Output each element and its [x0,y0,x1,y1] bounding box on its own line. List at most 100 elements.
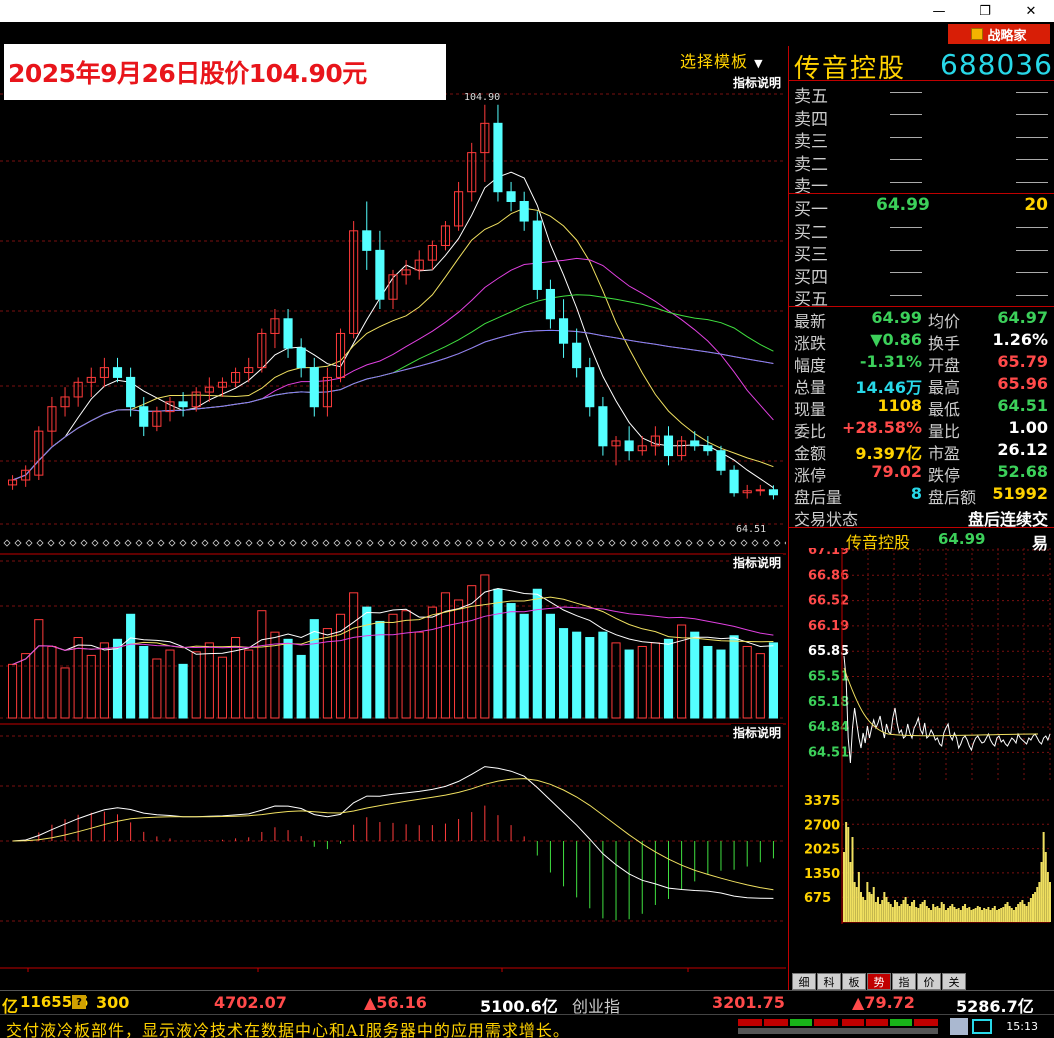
intraday-volume-tick: 1350 [804,867,840,882]
diamond-marker [784,541,786,545]
stat-v1: 14.46万 [855,378,922,397]
kline-chart-area[interactable]: 104.9064.5108091011 [0,46,786,972]
tab-3[interactable]: 势 [867,973,891,990]
diamond-marker [740,539,748,547]
high-price-label: 104.90 [464,92,500,103]
close-button[interactable]: ✕ [1008,0,1054,22]
candle-body [309,367,319,408]
volume-bar [637,645,647,719]
orderbook-price [876,150,922,170]
indicator-help-main[interactable]: 指标说明 [730,74,783,90]
candle-body [126,376,136,408]
volume-bar [572,631,582,719]
orderbook-label: 卖五 [794,87,828,107]
volume-bar [401,610,411,719]
user-icon[interactable] [950,1018,968,1035]
orderbook-row[interactable]: 卖二 [794,150,1050,175]
stat-v2: 52.68 [997,462,1048,481]
candle-body [624,440,634,452]
orderbook-volume [988,218,1048,238]
candle-body [283,318,293,349]
diamond-marker [80,539,88,547]
stat-v2: 64.97 [997,308,1048,327]
volume-bar [257,610,267,719]
stat-l2: 量比 [928,422,961,441]
clock: 15:13 [1006,1020,1038,1033]
indicator-help-macd[interactable]: 指标说明 [730,724,783,740]
candle-body [375,249,385,300]
diamond-marker [597,539,605,547]
minimize-button[interactable]: — [916,0,962,22]
stock-code: 688036 [940,48,1053,81]
news-ticker: 交付液冷板部件，显示液冷技术在数据中心和AI服务器中的应用需求增长。 15:13 [0,1014,1054,1038]
orderbook-price [876,105,922,125]
candle-body [558,318,569,344]
indicator-help-volume[interactable]: 指标说明 [730,554,783,570]
candle-body [545,288,555,320]
orderbook-row[interactable]: 买四 [794,263,1050,288]
volume-bar [126,613,136,719]
volume-bar [493,588,503,719]
orderbook-row[interactable]: 买三 [794,240,1050,265]
strategy-button[interactable]: 战略家 [948,24,1050,44]
orderbook-volume [988,82,1048,102]
orderbook-row[interactable]: 买二 [794,218,1050,243]
stat-v1: 79.02 [871,462,922,481]
tab-4[interactable]: 指 [892,973,916,990]
orderbook-price [876,127,922,147]
kline-chart[interactable]: 104.9064.5108091011 [0,46,786,972]
volume-bar [663,638,674,719]
diamond-marker [410,539,418,547]
candle-body [690,440,700,447]
orderbook-row[interactable]: 卖五 [794,82,1050,107]
intraday-chart[interactable]: 67.1966.8666.5266.1965.8565.5165.1864.84… [788,548,1054,968]
help-icon[interactable]: ? [72,995,86,1009]
orderbook-price [876,82,922,102]
orderbook-row[interactable]: 买一 64.99 20 [794,195,1050,220]
diamond-marker [652,539,660,547]
template-select[interactable]: 选择模板 ▼ [680,48,764,72]
diamond-marker [212,539,220,547]
annotation-text: 2025年9月26日股价104.90元 [8,59,367,88]
stat-l2: 跌停 [928,466,961,485]
screen-icon[interactable] [972,1019,992,1034]
candle-body [362,230,372,251]
orderbook-row[interactable]: 卖三 [794,127,1050,152]
diamond-marker [564,539,572,547]
restore-button[interactable]: ❐ [962,0,1008,22]
diamond-marker [36,539,44,547]
diamond-marker [619,539,627,547]
volume-bar [139,645,149,719]
orderbook-price [876,218,922,238]
orderbook-volume [988,127,1048,147]
volume-bar [349,592,359,719]
volume-bar [480,574,490,719]
diamond-marker [729,539,737,547]
orderbook-row[interactable]: 买五 [794,285,1050,310]
stat-row: 交易状态 盘后连续交易 [794,506,1050,553]
tab-5[interactable]: 价 [917,973,941,990]
diamond-marker [124,539,132,547]
volume-bar [598,631,608,719]
candle-body [598,406,608,447]
diamond-marker [245,539,253,547]
orderbook-row[interactable]: 卖一 [794,172,1050,197]
diamond-marker [344,539,352,547]
diamond-marker [311,539,319,547]
index-num-300: 300 [96,993,130,1012]
diamond-marker [399,539,407,547]
title-bar: — ❐ ✕ [0,0,1054,22]
tab-6[interactable]: 关 [942,973,966,990]
volume-bar [611,642,621,719]
diamond-marker [674,539,682,547]
tab-0[interactable]: 细 [792,973,816,990]
orderbook-row[interactable]: 卖四 [794,105,1050,130]
diamond-marker [542,539,550,547]
diamond-marker [608,539,616,547]
panel-divider [788,80,1054,81]
tab-1[interactable]: 科 [817,973,841,990]
diamond-marker [586,539,594,547]
tab-2[interactable]: 板 [842,973,866,990]
diamond-marker [113,539,121,547]
ticker-text[interactable]: 交付液冷板部件，显示液冷技术在数据中心和AI服务器中的应用需求增长。 [6,1017,570,1038]
